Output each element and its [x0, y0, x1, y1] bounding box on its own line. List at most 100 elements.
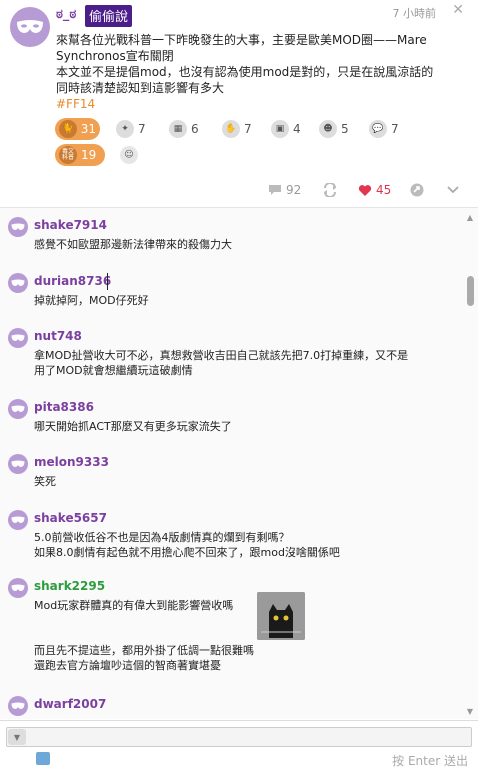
comment-line: [34, 613, 454, 628]
mask-icon: [17, 20, 43, 33]
send-hint: 按 Enter 送出: [392, 754, 468, 768]
post-line: 同時該清楚認知到這影響有多大: [56, 81, 225, 95]
post-line: 本文並不是提倡mod，也沒有認為使用mod是對的，只是在說風涼話的: [56, 65, 434, 79]
reaction-cat[interactable]: 🐈 31: [55, 118, 100, 140]
commenter-name[interactable]: shark2295: [34, 579, 105, 593]
board-badge[interactable]: 偷偷說: [85, 5, 133, 27]
heart-icon: [358, 184, 372, 196]
comment-text: 感覺不如歐盟那邊新法律帶來的殺傷力大: [34, 237, 454, 252]
reaction-count: 7: [244, 122, 252, 136]
figures-emoji-icon: ✦: [116, 120, 134, 138]
reaction-count: 7: [138, 122, 146, 136]
share-button[interactable]: [410, 180, 428, 200]
author-avatar[interactable]: [10, 7, 50, 47]
mask-icon: [11, 460, 25, 467]
comment-line: 還跑去官方論壇吵這個的智商著實堪憂: [34, 659, 221, 672]
commenter-avatar[interactable]: [8, 578, 28, 598]
commenter-name[interactable]: nut748: [34, 329, 82, 343]
chevron-down-icon: [447, 186, 459, 194]
reaction-count: 31: [80, 122, 96, 136]
comment-line: 用了MOD就會想繼續玩這破劇情: [34, 364, 193, 377]
reaction-count: 7: [391, 122, 399, 136]
photo-emoji-icon: ▣: [271, 120, 289, 138]
add-reaction-button[interactable]: ☺: [116, 144, 146, 166]
commenter-avatar[interactable]: [8, 399, 28, 419]
reaction-count: 6: [191, 122, 199, 136]
post-time: 7 小時前: [392, 7, 437, 20]
scroll-down-arrow[interactable]: ▼: [467, 707, 473, 716]
expand-button[interactable]: [446, 180, 464, 200]
face-emoji-icon: ☻: [319, 120, 337, 138]
repost-icon: [324, 183, 336, 197]
reaction-photo[interactable]: ▣ 4: [267, 118, 305, 140]
commenter-avatar[interactable]: [8, 510, 28, 530]
comment-line: [34, 628, 454, 643]
mask-icon: [11, 279, 25, 286]
commenter-name[interactable]: durian8736: [34, 274, 111, 288]
comment-count-value: 92: [286, 183, 302, 197]
reaction-count: 4: [293, 122, 301, 136]
reaction-count: 5: [341, 122, 349, 136]
mask-icon: [11, 516, 25, 523]
image-upload-icon[interactable]: [36, 752, 50, 765]
reaction-hands[interactable]: ✋ 7: [218, 118, 256, 140]
cat-sticker-image[interactable]: [257, 592, 305, 640]
comment-input[interactable]: [6, 727, 472, 747]
cat-emoji-icon: 🐈: [59, 120, 77, 138]
commenter-name[interactable]: pita8386: [34, 400, 94, 414]
commenter-name[interactable]: melon9333: [34, 455, 109, 469]
post-author[interactable]: ಠ_ಠ: [56, 7, 76, 22]
comment-line: 而且先不提這些，都用外掛了低調一點很難嗎: [34, 644, 254, 657]
text-cursor: [107, 273, 108, 290]
close-icon[interactable]: ✕: [452, 2, 464, 18]
post-tag[interactable]: #FF14: [56, 96, 471, 112]
comment-count[interactable]: 92: [268, 180, 301, 200]
share-icon: [410, 183, 424, 197]
like-button[interactable]: 45: [358, 180, 391, 200]
pattern-emoji-icon: ▦: [169, 120, 187, 138]
comment-line: 如果8.0劇情有起色就不用擔心爬不回來了，跟mod沒啥關係吧: [34, 546, 340, 559]
mask-icon: [11, 334, 25, 341]
commenter-avatar[interactable]: [8, 454, 28, 474]
post-line: Synchronos宣布關閉: [56, 49, 174, 63]
scrollbar-thumb[interactable]: [467, 276, 474, 306]
commenter-avatar[interactable]: [8, 273, 28, 293]
repost-button[interactable]: [322, 180, 342, 200]
reaction-figures[interactable]: ✦ 7: [112, 118, 150, 140]
comment-line: 拿MOD扯營收大可不必，真想救營收吉田自己就該先把7.0打掉重練，又不是: [34, 349, 409, 362]
commenter-name[interactable]: shake5657: [34, 511, 107, 525]
commenter-avatar[interactable]: [8, 217, 28, 237]
comment-list[interactable]: ▲ ▼ shake7914 感覺不如歐盟那邊新法律帶來的殺傷力大 durian8…: [0, 207, 478, 719]
comment-text: 掉就掉阿，MOD仔死好: [34, 293, 454, 308]
expand-toggle-icon[interactable]: ▼: [8, 729, 26, 745]
commenter-avatar[interactable]: [8, 328, 28, 348]
chat-emoji-icon: 💬: [369, 120, 387, 138]
add-emoji-icon: ☺: [120, 146, 138, 164]
comment-icon: [269, 185, 281, 195]
like-count: 45: [376, 183, 392, 197]
comment-text: 拿MOD扯營收大可不必，真想救營收吉田自己就該先把7.0打掉重練，又不是 用了M…: [34, 348, 454, 378]
text-emoji-icon: 毒文 科普: [59, 146, 77, 164]
scroll-up-arrow[interactable]: ▲: [467, 213, 473, 222]
commenter-name[interactable]: shake7914: [34, 218, 107, 232]
comment-line: Mod玩家群體真的有偉大到能影響營收嗎: [34, 599, 234, 612]
commenter-avatar[interactable]: [8, 696, 28, 716]
hands-emoji-icon: ✋: [222, 120, 240, 138]
comment-line: 哪天開始抓ACT那麼又有更多玩家流失了: [34, 420, 232, 433]
mask-icon: [11, 702, 25, 709]
reaction-chat[interactable]: 💬 7: [365, 118, 403, 140]
reaction-text[interactable]: 毒文 科普 19: [55, 144, 105, 166]
reaction-count: 19: [81, 148, 97, 162]
comment-text: 哪天開始抓ACT那麼又有更多玩家流失了: [34, 419, 454, 434]
comment-line: 掉就掉阿，MOD仔死好: [34, 294, 149, 307]
comment-text: 5.0前營收低谷不也是因為4版劇情真的爛到有剩嗎？ 如果8.0劇情有起色就不用擔…: [34, 530, 454, 560]
comment-line: 笑死: [34, 475, 56, 488]
mask-icon: [11, 584, 25, 591]
comment-line: 感覺不如歐盟那邊新法律帶來的殺傷力大: [34, 238, 232, 251]
mask-icon: [11, 405, 25, 412]
reaction-pattern[interactable]: ▦ 6: [165, 118, 203, 140]
commenter-name[interactable]: dwarf2007: [34, 697, 106, 711]
comment-text: 笑死: [34, 474, 454, 489]
black-cat-icon: [257, 592, 305, 640]
reaction-face[interactable]: ☻ 5: [315, 118, 353, 140]
